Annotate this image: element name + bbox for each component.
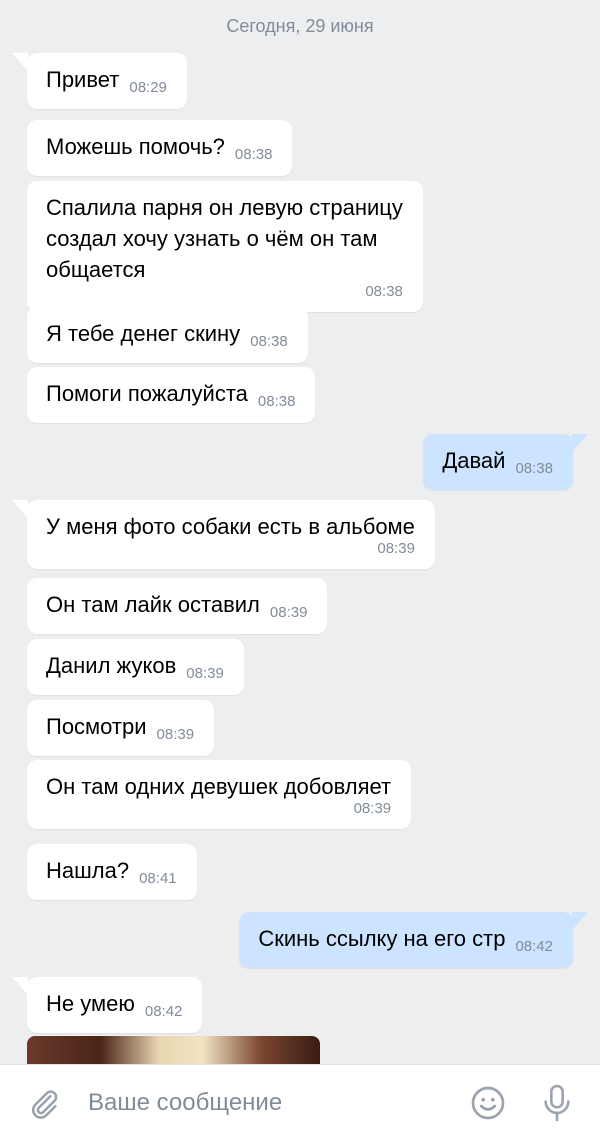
message-text: Он там одних девушек добовляет bbox=[46, 774, 392, 799]
message-text: Нашла? bbox=[46, 858, 130, 883]
message-text-line: общается bbox=[46, 257, 146, 282]
message-composer: Ваше сообщение bbox=[0, 1064, 600, 1137]
emoji-icon[interactable] bbox=[470, 1085, 506, 1121]
message-text: Посмотри bbox=[46, 714, 147, 739]
message-bubble[interactable]: Спалила парня он левую страницу создал х… bbox=[27, 181, 423, 312]
message-bubble[interactable]: Можешь помочь? 08:38 bbox=[27, 120, 293, 176]
date-separator: Сегодня, 29 июня bbox=[226, 16, 374, 36]
message-text: Можешь помочь? bbox=[46, 134, 225, 159]
message-time: 08:39 bbox=[353, 800, 392, 817]
message-text: Привет bbox=[46, 67, 120, 92]
message-text: Он там лайк оставил bbox=[46, 592, 260, 617]
microphone-icon[interactable] bbox=[540, 1083, 574, 1123]
message-bubble[interactable]: Я тебе денег скину 08:38 bbox=[27, 307, 308, 363]
message-text: Не умею bbox=[46, 991, 135, 1016]
message-text: Данил жуков bbox=[46, 653, 177, 678]
message-text: Помоги пожалуйста bbox=[46, 381, 248, 406]
message-text-line: создал хочу узнать о чём он там bbox=[46, 226, 378, 251]
message-time: 08:38 bbox=[365, 283, 403, 300]
message-time: 08:39 bbox=[377, 540, 415, 557]
message-time: 08:39 bbox=[186, 665, 224, 682]
message-time: 08:39 bbox=[156, 726, 195, 743]
message-text: У меня фото собаки есть в альбоме bbox=[46, 514, 415, 539]
outgoing-message-bubble[interactable]: Давай 08:38 bbox=[423, 434, 588, 490]
photo-attachment[interactable] bbox=[27, 1036, 320, 1064]
message-time: 08:29 bbox=[129, 79, 167, 96]
message-list[interactable]: Сегодня, 29 июня Привет 08:29 Можешь помо… bbox=[0, 0, 600, 1064]
message-bubble[interactable]: У меня фото собаки есть в альбоме 08:39 bbox=[12, 500, 435, 569]
message-bubble[interactable]: Посмотри 08:39 bbox=[27, 700, 215, 756]
message-bubble[interactable]: Привет 08:29 bbox=[12, 53, 187, 109]
message-text: Я тебе денег скину bbox=[46, 321, 241, 346]
message-bubble[interactable]: Он там одних девушек добовляет 08:39 bbox=[27, 760, 412, 829]
message-text-line: Спалила парня он левую страницу bbox=[46, 195, 403, 220]
message-time: 08:38 bbox=[234, 146, 273, 163]
message-time: 08:42 bbox=[144, 1003, 183, 1020]
message-time: 08:38 bbox=[250, 333, 288, 350]
message-time: 08:39 bbox=[269, 604, 308, 621]
message-text: Давай bbox=[442, 448, 506, 473]
message-bubble[interactable]: Данил жуков 08:39 bbox=[27, 639, 244, 695]
message-text: Скинь ссылку на его стр bbox=[258, 926, 506, 951]
message-time: 08:42 bbox=[515, 938, 553, 955]
message-time: 08:38 bbox=[515, 460, 553, 477]
message-input[interactable]: Ваше сообщение bbox=[88, 1089, 282, 1117]
message-bubble[interactable]: Не умею 08:42 bbox=[11, 977, 203, 1033]
attach-icon[interactable] bbox=[27, 1087, 61, 1121]
message-bubble[interactable]: Он там лайк оставил 08:39 bbox=[27, 578, 328, 634]
message-time: 08:38 bbox=[257, 393, 296, 410]
message-bubble[interactable]: Нашла? 08:41 bbox=[27, 844, 197, 900]
message-time: 08:41 bbox=[139, 870, 177, 887]
message-bubble[interactable]: Помоги пожалуйста 08:38 bbox=[27, 367, 316, 423]
outgoing-message-bubble[interactable]: Скинь ссылку на его стр 08:42 bbox=[239, 912, 588, 968]
